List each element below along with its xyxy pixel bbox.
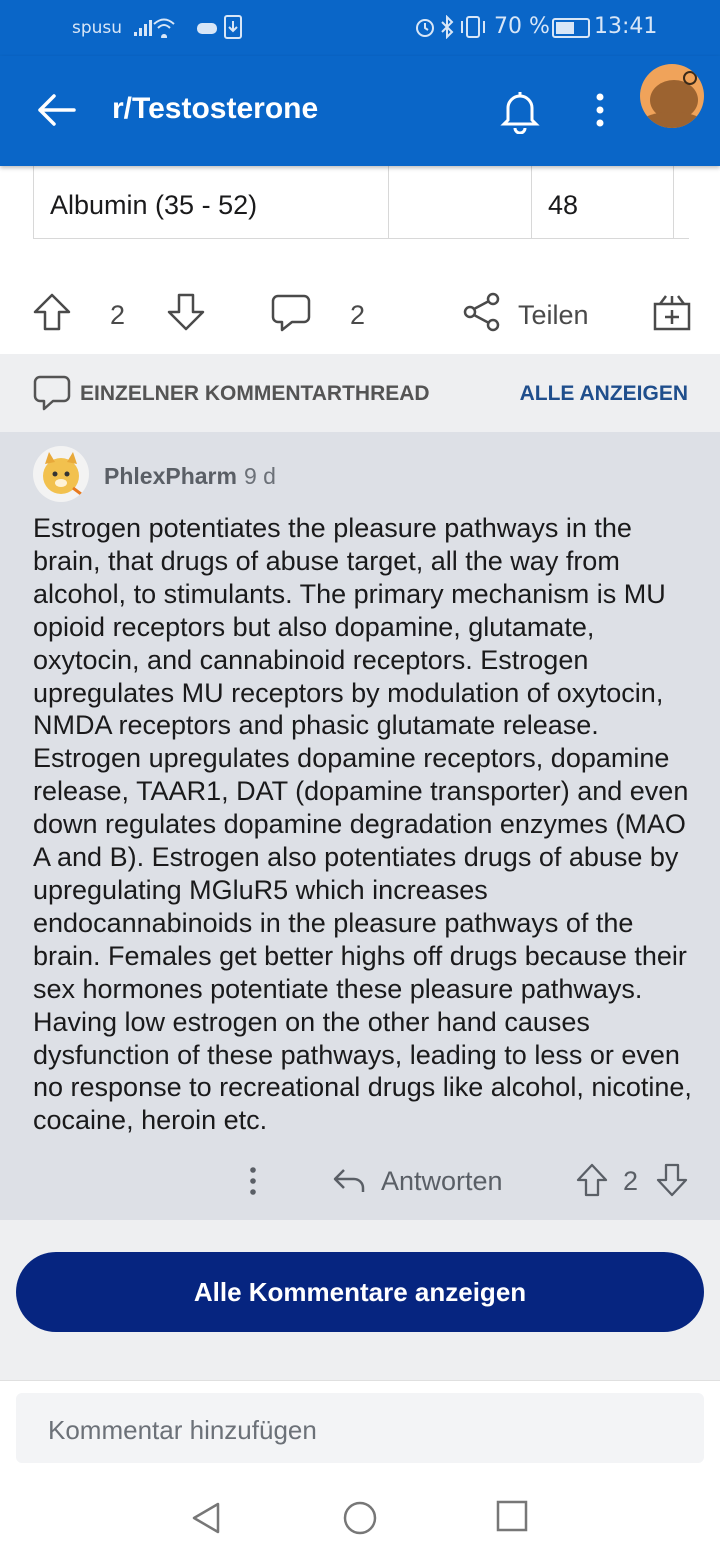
downvote-arrow-icon[interactable]	[166, 292, 206, 332]
comment-author[interactable]: PhlexPharm	[104, 463, 237, 490]
show-all-link[interactable]: ALLE ANZEIGEN	[520, 382, 688, 406]
back-arrow-icon[interactable]	[34, 88, 78, 132]
subreddit-title[interactable]: r/Testosterone	[112, 92, 318, 126]
vibrate-icon	[461, 16, 485, 38]
battery-percent: 70 %	[494, 14, 550, 39]
reply-button[interactable]: Antworten	[381, 1166, 503, 1197]
bell-icon[interactable]	[498, 86, 542, 134]
comment-composer: Kommentar hinzufügen	[0, 1380, 720, 1481]
battery-icon	[552, 18, 590, 38]
share-button[interactable]: Teilen	[518, 300, 589, 331]
system-nav-bar	[0, 1480, 720, 1560]
upvote-arrow-icon[interactable]	[576, 1162, 608, 1198]
carrier-name: spusu	[72, 18, 123, 38]
download-icon	[224, 15, 242, 39]
comment-age: 9 d	[244, 463, 276, 489]
reply-arrow-icon[interactable]	[332, 1166, 366, 1194]
comment-input[interactable]: Kommentar hinzufügen	[16, 1393, 704, 1463]
more-vertical-icon[interactable]	[586, 90, 614, 130]
more-vertical-icon[interactable]	[240, 1166, 266, 1196]
thread-label: EINZELNER KOMMENTARTHREAD	[80, 382, 430, 405]
comment-bubble-icon	[33, 375, 71, 411]
award-gift-icon[interactable]	[652, 292, 692, 332]
table-cell	[389, 166, 532, 238]
downvote-arrow-icon[interactable]	[656, 1162, 688, 1198]
status-bar: spusu 70 % 13:41	[0, 0, 720, 56]
nav-home-icon[interactable]	[342, 1500, 378, 1536]
game-icon	[197, 23, 217, 34]
comment-score: 2	[623, 1166, 639, 1196]
table-row: Albumin (35 - 52) 48	[33, 166, 689, 239]
comment: PhlexPharm 9 d Estrogen potentiates the …	[0, 432, 720, 1220]
user-avatar[interactable]	[640, 64, 704, 128]
table-cell: Albumin (35 - 52)	[34, 166, 389, 238]
comment-count: 2	[350, 300, 366, 330]
comment-bubble-icon[interactable]	[270, 292, 312, 334]
comment-input-placeholder: Kommentar hinzufügen	[48, 1415, 317, 1445]
upvote-arrow-icon[interactable]	[32, 292, 72, 332]
table-cell: 48	[532, 166, 674, 238]
post-action-bar: 2 2 Teilen	[0, 270, 720, 354]
signal-icon	[134, 18, 175, 38]
author-avatar[interactable]	[33, 446, 89, 502]
bluetooth-icon	[441, 15, 454, 39]
nav-back-icon[interactable]	[188, 1500, 224, 1536]
comment-body: Estrogen potentiates the pleasure pathwa…	[33, 513, 692, 1136]
alarm-icon	[416, 19, 434, 37]
clock: 13:41	[594, 14, 658, 39]
thread-header: EINZELNER KOMMENTARTHREAD ALLE ANZEIGEN	[0, 354, 720, 432]
nav-recents-icon[interactable]	[496, 1500, 528, 1532]
share-icon[interactable]	[462, 292, 502, 332]
show-all-comments-button[interactable]: Alle Kommentare anzeigen	[16, 1252, 704, 1332]
vote-count: 2	[110, 300, 126, 330]
app-bar: r/Testosterone	[0, 56, 720, 166]
